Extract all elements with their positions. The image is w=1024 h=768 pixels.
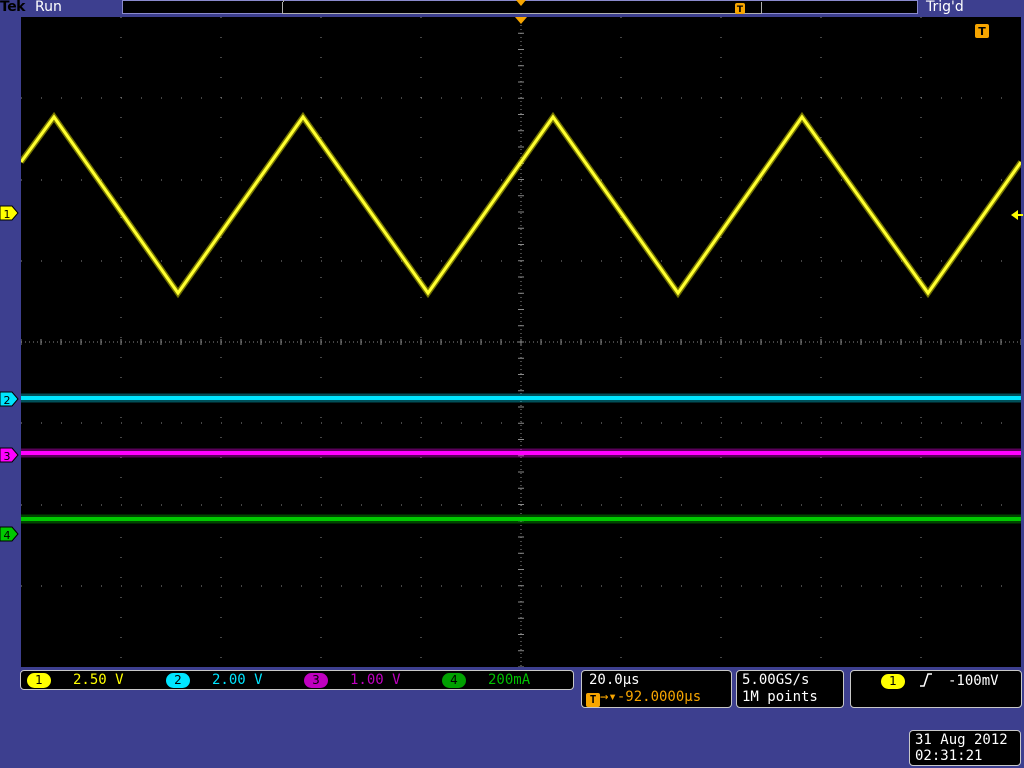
record-length: 1M points	[742, 689, 818, 705]
trigger-source-badge: 1	[881, 674, 905, 689]
ch3-marker-label: 3	[4, 450, 11, 463]
horizontal-position-value: →▾-92.0000µs	[600, 689, 702, 705]
ch1-marker-label: 1	[4, 208, 11, 221]
svg-text:T: T	[978, 25, 986, 38]
graticule-grid	[21, 17, 1021, 667]
ch4-badge: 4	[442, 673, 466, 688]
ch1-badge: 1	[27, 673, 51, 688]
horizontal-position: T →▾-92.0000µs	[586, 689, 701, 707]
ch4-scale: 200mA	[488, 672, 531, 688]
ch3-ground-marker[interactable]: 3	[0, 447, 19, 463]
acquisition-readout-panel[interactable]: 5.00GS/s 1M points	[736, 670, 844, 708]
trigger-status: Trig'd	[926, 0, 964, 15]
horizontal-readout-panel[interactable]: 20.0µs T →▾-92.0000µs	[581, 670, 732, 708]
ch3-badge: 3	[304, 673, 328, 688]
datetime-panel: 31 Aug 2012 02:31:21	[909, 730, 1021, 766]
run-status: Run	[35, 0, 62, 15]
sample-rate: 5.00GS/s	[742, 672, 810, 688]
trigger-position-top-icon	[516, 0, 526, 6]
trigger-badge-icon: T	[586, 693, 600, 707]
ch1-ground-marker[interactable]: 1	[0, 205, 19, 221]
ch3-scale: 1.00 V	[350, 672, 401, 688]
rising-edge-icon	[920, 673, 932, 687]
status-bar: Tek Run T Trig'd	[0, 0, 1024, 17]
date-readout: 31 Aug 2012	[915, 732, 1008, 748]
waveform-graticule[interactable]	[21, 17, 1021, 667]
ch2-ground-marker[interactable]: 2	[0, 391, 19, 407]
ch4-marker-label: 4	[4, 529, 11, 542]
trigger-level-arrow-icon[interactable]	[1011, 209, 1023, 221]
trigger-level: -100mV	[948, 673, 999, 689]
brand-logo: Tek	[0, 0, 26, 15]
channel-readout-panel: 1 2.50 V 2 2.00 V 3 1.00 V 4 200mA	[20, 670, 574, 690]
ch2-marker-label: 2	[4, 394, 11, 407]
trigger-level-badge-icon: T	[975, 24, 989, 38]
horizontal-scale: 20.0µs	[589, 672, 640, 688]
ch4-ground-marker[interactable]: 4	[0, 526, 19, 542]
trigger-point-record-icon: T	[735, 3, 745, 15]
trigger-position-marker-icon	[515, 17, 527, 24]
trigger-readout-panel[interactable]: 1 -100mV	[850, 670, 1022, 708]
time-readout: 02:31:21	[915, 748, 983, 764]
ch2-badge: 2	[166, 673, 190, 688]
readout-area: 1 2.50 V 2 2.00 V 3 1.00 V 4 200mA 20.0µ…	[0, 668, 1024, 768]
svg-text:T: T	[737, 5, 744, 15]
ch2-scale: 2.00 V	[212, 672, 263, 688]
ch1-scale: 2.50 V	[73, 672, 124, 688]
